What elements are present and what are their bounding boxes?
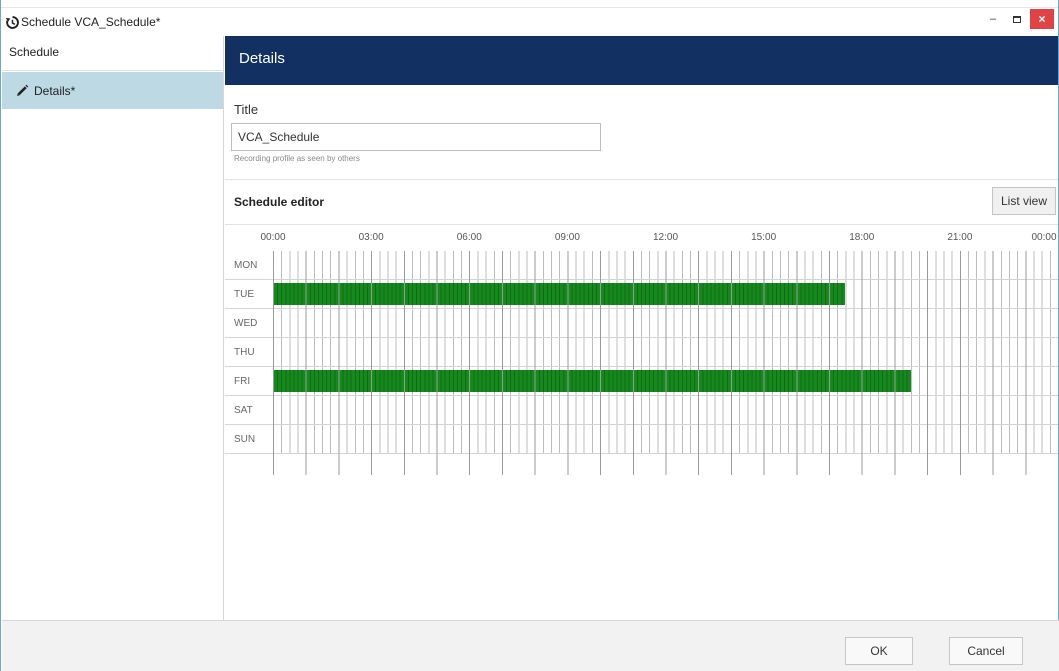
day-cells[interactable] bbox=[273, 396, 1058, 424]
day-label: FRI bbox=[234, 376, 251, 387]
day-row[interactable]: MON bbox=[225, 251, 1058, 280]
close-button[interactable]: × bbox=[1030, 9, 1054, 29]
day-cells[interactable] bbox=[273, 309, 1058, 337]
list-view-button[interactable]: List view bbox=[992, 187, 1056, 215]
hour-label: 03:00 bbox=[358, 232, 384, 243]
hour-label: 21:00 bbox=[947, 232, 973, 243]
hour-label: 12:00 bbox=[652, 232, 679, 243]
hour-label: 15:00 bbox=[751, 232, 777, 243]
day-cells[interactable] bbox=[273, 280, 1058, 308]
ok-button[interactable]: OK bbox=[845, 637, 913, 665]
active-schedule-block[interactable] bbox=[273, 370, 911, 392]
cancel-button[interactable]: Cancel bbox=[949, 637, 1023, 665]
title-bar[interactable]: Schedule VCA_Schedule* – × bbox=[1, 0, 1058, 36]
title-hint: Recording profile as seen by others bbox=[234, 154, 360, 163]
active-schedule-block[interactable] bbox=[273, 283, 846, 305]
day-label: SAT bbox=[234, 405, 253, 416]
day-row[interactable]: SUN bbox=[225, 425, 1058, 454]
day-cells[interactable] bbox=[273, 425, 1058, 453]
sidebar-header: Schedule bbox=[2, 36, 223, 71]
title-label: Title bbox=[234, 102, 259, 117]
day-label: SUN bbox=[234, 434, 256, 445]
schedule-editor-title: Schedule editor bbox=[234, 195, 325, 209]
sidebar-item-label: Details* bbox=[34, 83, 76, 98]
hour-label: 18:00 bbox=[849, 232, 875, 243]
hour-label: 06:00 bbox=[456, 232, 482, 243]
time-axis: 00:00 03:00 06:00 09:00 12:00 15:00 18:00 21:00… bbox=[225, 225, 1058, 251]
day-cells[interactable] bbox=[273, 251, 1058, 279]
day-row[interactable]: TUE bbox=[225, 280, 1058, 309]
refresh-clock-icon bbox=[5, 16, 19, 29]
minimize-button[interactable]: – bbox=[981, 9, 1005, 29]
divider bbox=[225, 179, 1058, 180]
minimize-icon: – bbox=[989, 13, 997, 25]
maximize-icon bbox=[1013, 15, 1021, 23]
footer: OK Cancel bbox=[2, 620, 1059, 671]
hour-label: 00:00 bbox=[260, 232, 286, 243]
hour-label: 09:00 bbox=[554, 232, 580, 243]
day-label: WED bbox=[234, 318, 258, 329]
day-row[interactable]: THU bbox=[225, 338, 1058, 367]
title-bar-strip bbox=[1, 0, 1058, 8]
day-cells[interactable] bbox=[273, 367, 1058, 395]
pencil-icon bbox=[17, 84, 29, 97]
day-row[interactable]: SAT bbox=[225, 396, 1058, 425]
sidebar: Schedule Details* bbox=[2, 36, 224, 620]
maximize-button[interactable] bbox=[1005, 9, 1029, 29]
schedule-window: Schedule VCA_Schedule* – × Schedule Deta… bbox=[0, 0, 1059, 671]
schedule-grid[interactable]: 00:00 03:00 06:00 09:00 12:00 15:00 18:00 21:00… bbox=[225, 225, 1058, 475]
window-title: Schedule VCA_Schedule* bbox=[21, 15, 161, 29]
details-header: Details bbox=[225, 36, 1058, 85]
sidebar-item-details[interactable]: Details* bbox=[2, 72, 223, 109]
day-row[interactable]: WED bbox=[225, 309, 1058, 338]
day-label: MON bbox=[234, 260, 258, 271]
day-label: THU bbox=[234, 347, 255, 358]
hour-label: 00:00 bbox=[1031, 232, 1057, 243]
day-label: TUE bbox=[234, 289, 254, 300]
close-icon: × bbox=[1038, 12, 1046, 26]
day-row[interactable]: FRI bbox=[225, 367, 1058, 396]
title-input[interactable] bbox=[231, 123, 601, 151]
day-cells[interactable] bbox=[273, 338, 1058, 366]
